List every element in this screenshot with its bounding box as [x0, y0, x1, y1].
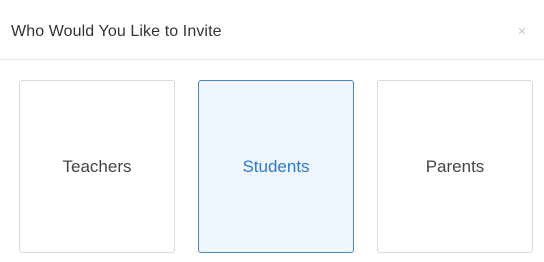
- option-label-parents: Parents: [425, 156, 485, 176]
- option-card-parents[interactable]: Parents: [377, 80, 533, 253]
- option-label-students: Students: [242, 156, 310, 176]
- option-card-students[interactable]: Students: [198, 80, 354, 253]
- invite-modal: Who Would You Like to Invite × Teachers …: [0, 0, 544, 262]
- invite-options: Teachers Students Parents: [0, 0, 544, 262]
- option-label-teachers: Teachers: [62, 156, 132, 176]
- option-card-teachers[interactable]: Teachers: [19, 80, 175, 253]
